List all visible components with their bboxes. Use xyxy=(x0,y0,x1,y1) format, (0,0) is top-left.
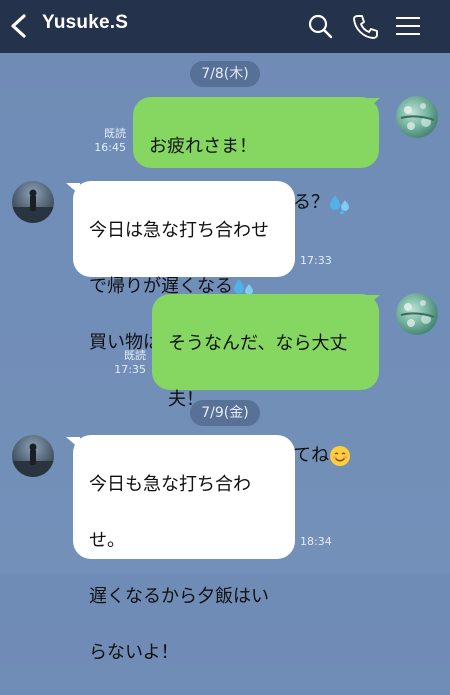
read-receipt: 既読 xyxy=(124,349,146,362)
chat-title: Yusuke.S xyxy=(42,12,129,33)
sweat-drops-icon xyxy=(330,195,349,214)
timestamp: 17:33 xyxy=(300,254,332,267)
search-icon[interactable] xyxy=(306,12,334,40)
contact-avatar[interactable] xyxy=(12,435,54,477)
message-meta: 既読 17:35 xyxy=(108,349,146,377)
date-separator: 7/9(金) xyxy=(190,400,260,426)
contact-avatar[interactable] xyxy=(12,181,54,223)
message-line: 今日も急な打ち合わ xyxy=(89,474,251,495)
message-meta: 既読 16:45 xyxy=(88,127,126,155)
message-line: せ。 xyxy=(89,530,125,551)
message-line: らないよ！ xyxy=(89,642,179,663)
chat-header: Yusuke.S xyxy=(0,0,450,53)
message-line: お疲れさま！ xyxy=(149,136,257,157)
menu-icon[interactable] xyxy=(394,12,422,40)
message-bubble-outgoing[interactable]: お疲れさま！ 帰りに買い物頼める？ xyxy=(133,97,379,214)
message-line: 遅くなるから夕飯はい xyxy=(89,586,269,607)
phone-icon[interactable] xyxy=(351,12,379,40)
my-avatar xyxy=(396,96,438,138)
read-receipt: 既読 xyxy=(104,127,126,140)
timestamp: 17:35 xyxy=(114,363,146,376)
message-bubble-incoming[interactable]: 今日も急な打ち合わ せ。 遅くなるから夕飯はい らないよ！ xyxy=(73,435,295,663)
message-bubble-incoming[interactable]: 今日は急な打ち合わせ で帰りが遅くなる 買い物は急ぎ？ xyxy=(73,181,295,353)
smiling-face-icon xyxy=(330,446,351,466)
message-line: そうなんだ、なら大丈 xyxy=(168,333,348,354)
message-line: 今日は急な打ち合わせ xyxy=(89,220,269,241)
my-avatar xyxy=(396,293,438,335)
message-bubble-outgoing[interactable]: そうなんだ、なら大丈 夫！ お仕事がんばってね xyxy=(152,294,379,466)
back-icon[interactable] xyxy=(8,13,30,39)
date-separator: 7/8(木) xyxy=(190,61,260,87)
timestamp: 16:45 xyxy=(94,141,126,154)
timestamp: 18:34 xyxy=(300,535,332,548)
